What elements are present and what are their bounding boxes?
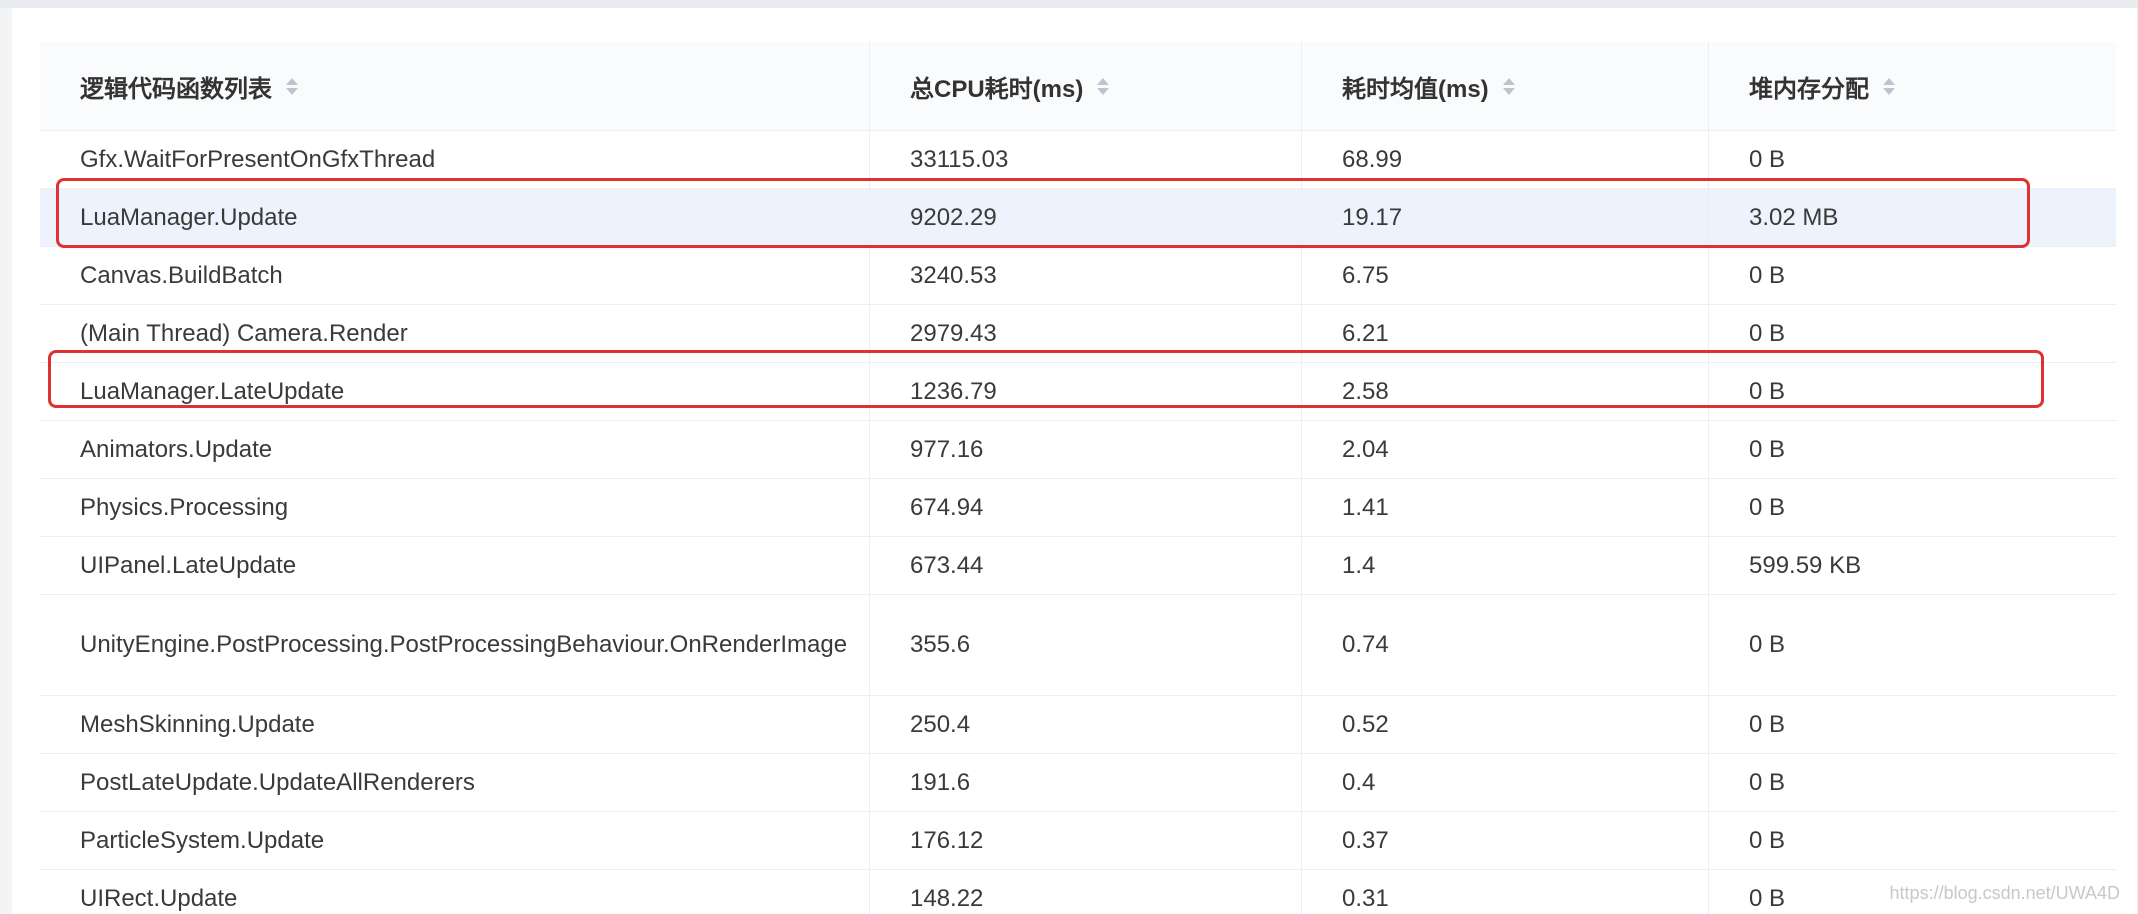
cell-total-cpu: 176.12: [870, 812, 1302, 869]
page: 逻辑代码函数列表 总CPU耗时(ms) 耗时均值(ms) 堆内存分配 Gfx.W…: [0, 0, 2138, 914]
cell-avg-time: 1.41: [1302, 479, 1709, 536]
cell-avg-time: 6.75: [1302, 247, 1709, 304]
cell-avg-time: 2.04: [1302, 421, 1709, 478]
cell-heap: 0 B: [1749, 493, 1786, 521]
cell-function: UnityEngine.PostProcessing.PostProcessin…: [40, 595, 870, 695]
table-row[interactable]: UIPanel.LateUpdate 673.44 1.4 599.59 KB: [40, 537, 2116, 595]
header-avg-time[interactable]: 耗时均值(ms): [1302, 42, 1709, 130]
sort-icon[interactable]: [286, 77, 298, 95]
cell-avg-time: 0.52: [1302, 696, 1709, 753]
header-total-cpu[interactable]: 总CPU耗时(ms): [870, 42, 1302, 130]
cell-function: MeshSkinning.Update: [40, 696, 870, 753]
table-row[interactable]: PostLateUpdate.UpdateAllRenderers 191.6 …: [40, 754, 2116, 812]
table-row[interactable]: Canvas.BuildBatch 3240.53 6.75 0 B: [40, 247, 2116, 305]
cell-total-cpu: 977.16: [870, 421, 1302, 478]
cell-avg-time: 0.74: [1302, 595, 1709, 695]
watermark: https://blog.csdn.net/UWA4D: [1889, 883, 2120, 903]
cell-heap: 0 B: [1749, 826, 1786, 854]
header-heap-alloc[interactable]: 堆内存分配: [1709, 42, 2116, 130]
sort-icon[interactable]: [1502, 77, 1515, 95]
cell-total-cpu: 673.44: [870, 537, 1302, 594]
cell-function: Animators.Update: [40, 421, 870, 478]
cell-avg-time: 0.4: [1302, 754, 1709, 811]
cell-avg-time: 0.37: [1302, 812, 1709, 869]
highlight-box-lua-lateupdate: [48, 350, 2044, 408]
table-row[interactable]: Physics.Processing 674.94 1.41 0 B: [40, 479, 2116, 537]
function-table: 逻辑代码函数列表 总CPU耗时(ms) 耗时均值(ms) 堆内存分配 Gfx.W…: [40, 42, 2116, 914]
table-row[interactable]: ParticleSystem.Update 176.12 0.37 0 B: [40, 812, 2116, 870]
cell-avg-time: 0.31: [1302, 870, 1709, 914]
cell-total-cpu: 250.4: [870, 696, 1302, 753]
table-row[interactable]: UIRect.Update 148.22 0.31 0 B: [40, 870, 2116, 914]
sort-icon[interactable]: [1883, 77, 1895, 95]
cell-heap: 0 B: [1749, 435, 1786, 463]
cell-function: UIRect.Update: [40, 870, 870, 914]
cell-total-cpu: 191.6: [870, 754, 1302, 811]
top-strip: [0, 0, 2138, 8]
cell-heap: 0 B: [1749, 768, 1786, 796]
table-row[interactable]: MeshSkinning.Update 250.4 0.52 0 B: [40, 696, 2116, 754]
cell-total-cpu: 674.94: [870, 479, 1302, 536]
cell-total-cpu: 355.6: [870, 595, 1302, 695]
cell-function: PostLateUpdate.UpdateAllRenderers: [40, 754, 870, 811]
highlight-box-lua-update: [56, 178, 2030, 248]
cell-heap: 0 B: [1749, 261, 1786, 289]
cell-function: Canvas.BuildBatch: [40, 247, 870, 304]
table-row[interactable]: Animators.Update 977.16 2.04 0 B: [40, 421, 2116, 479]
cell-avg-time: 1.4: [1302, 537, 1709, 594]
cell-heap: 599.59 KB: [1749, 551, 1862, 579]
cell-heap: 0 B: [1749, 631, 1786, 658]
table-row[interactable]: UnityEngine.PostProcessing.PostProcessin…: [40, 595, 2116, 696]
cell-function: UIPanel.LateUpdate: [40, 537, 870, 594]
cell-function: ParticleSystem.Update: [40, 812, 870, 869]
cell-total-cpu: 148.22: [870, 870, 1302, 914]
cell-heap: 0 B: [1749, 710, 1786, 738]
table-header: 逻辑代码函数列表 总CPU耗时(ms) 耗时均值(ms) 堆内存分配: [40, 42, 2116, 131]
cell-function: Physics.Processing: [40, 479, 870, 536]
sort-icon[interactable]: [1097, 77, 1110, 95]
header-function-list[interactable]: 逻辑代码函数列表: [40, 42, 870, 130]
cell-total-cpu: 3240.53: [870, 247, 1302, 304]
